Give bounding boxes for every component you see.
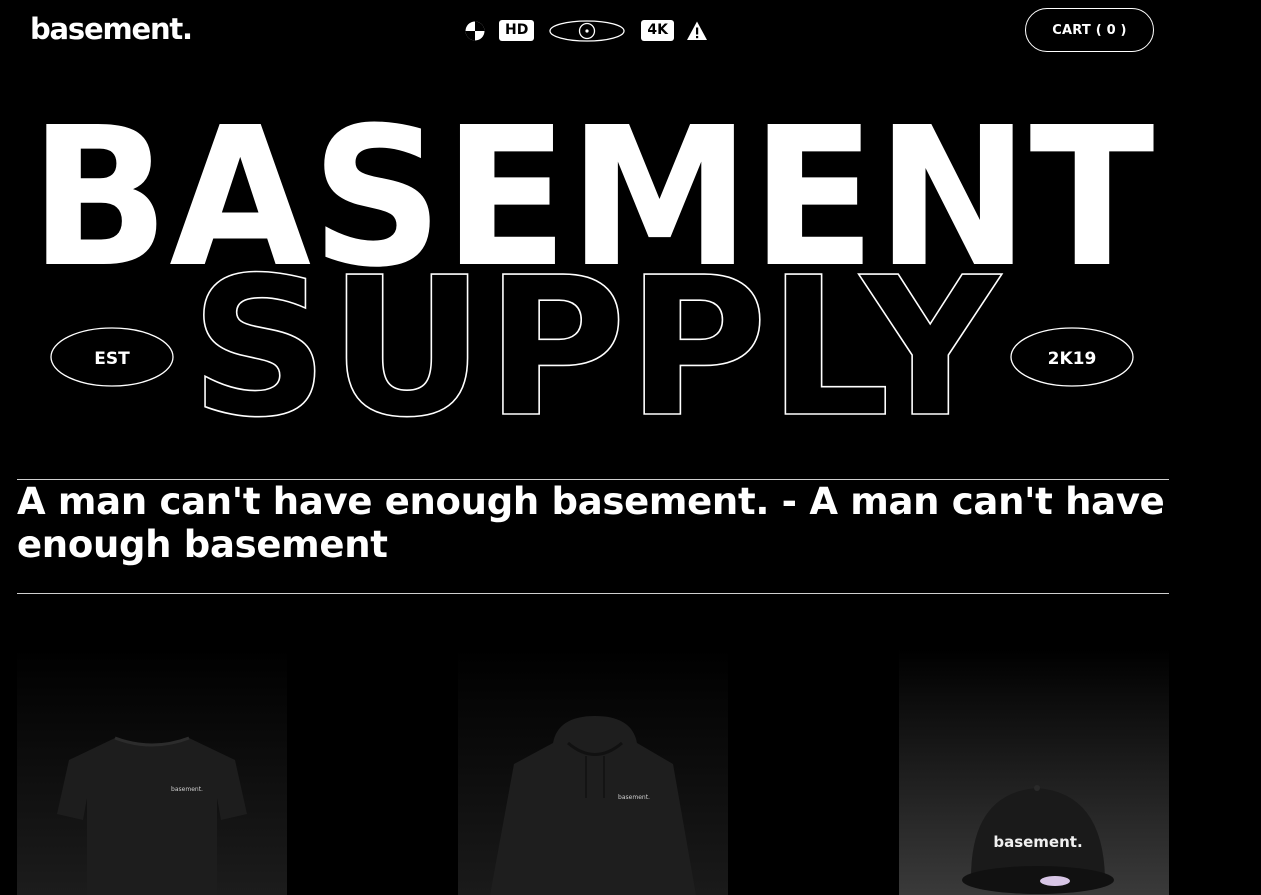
tshirt-image: basement. bbox=[17, 648, 287, 895]
page: basement. HD 4K CART ( 0 ) BASEMENT SUPP… bbox=[0, 0, 1261, 895]
cart-button[interactable]: CART ( 0 ) bbox=[1025, 8, 1154, 52]
year-pill: 2K19 bbox=[1010, 327, 1134, 387]
warning-icon[interactable] bbox=[686, 20, 708, 42]
year-label: 2K19 bbox=[1048, 349, 1097, 369]
marquee-text: A man can't have enough basement. - A ma… bbox=[17, 480, 1165, 566]
hd-badge[interactable]: HD bbox=[499, 20, 535, 41]
cap-sticker bbox=[1040, 876, 1070, 886]
4k-badge[interactable]: 4K bbox=[641, 20, 674, 41]
half-circle-icon[interactable] bbox=[464, 20, 486, 42]
hero-subtitle: SUPPLY bbox=[190, 237, 1002, 430]
est-label: EST bbox=[94, 349, 130, 369]
product-card-hoodie[interactable]: basement. bbox=[458, 648, 728, 895]
tshirt-print: basement. bbox=[171, 786, 203, 793]
hoodie-image: basement. bbox=[458, 648, 728, 895]
hoodie-print: basement. bbox=[618, 794, 650, 801]
hero-graphic: BASEMENT SUPPLY EST 2K19 bbox=[30, 100, 1155, 430]
brand-logo[interactable]: basement. bbox=[30, 12, 193, 46]
eye-icon[interactable] bbox=[549, 19, 625, 42]
product-card-tshirt[interactable]: basement. bbox=[17, 648, 287, 895]
divider-bottom bbox=[17, 593, 1169, 594]
cap-image: basement. bbox=[899, 648, 1169, 895]
est-pill: EST bbox=[50, 327, 174, 387]
cap-print: basement. bbox=[993, 833, 1082, 851]
product-card-cap[interactable]: basement. bbox=[899, 648, 1169, 895]
header-icon-row: HD 4K bbox=[464, 17, 708, 44]
